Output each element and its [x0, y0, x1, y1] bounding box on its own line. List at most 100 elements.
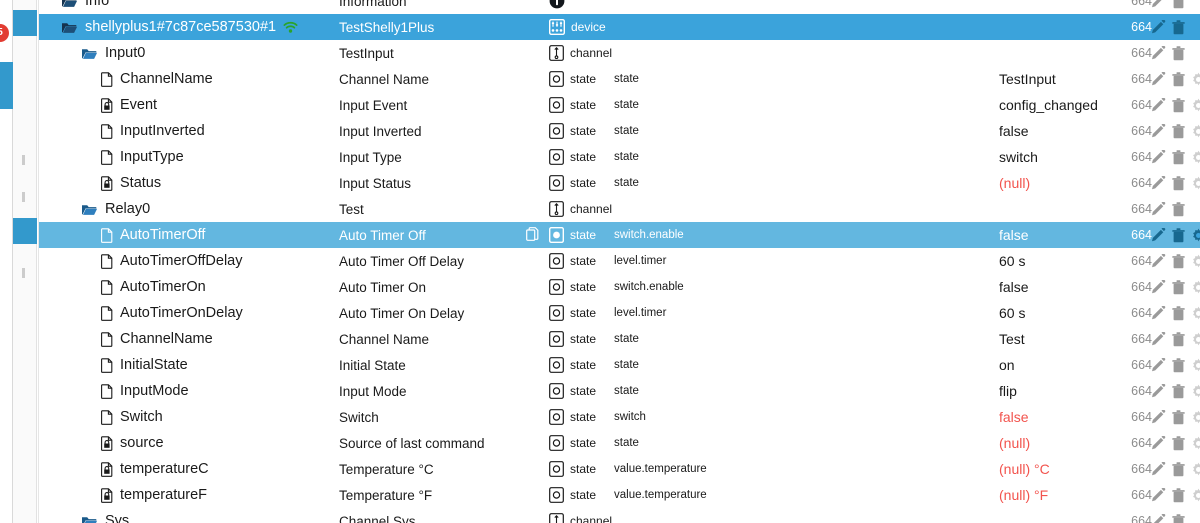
table-row[interactable]: Sys Channel Sys channel 664 — [39, 508, 1200, 523]
row-name-cell[interactable]: InputMode — [101, 378, 189, 404]
gear-icon[interactable] — [1191, 384, 1200, 399]
row-value-cell[interactable]: (null) °C — [999, 456, 1050, 482]
row-name-cell[interactable]: Status — [101, 170, 161, 196]
row-name-cell[interactable]: InputInverted — [101, 118, 205, 144]
row-name-cell[interactable]: source — [101, 430, 164, 456]
table-row[interactable]: InitialState Initial State state state on 664 — [39, 352, 1200, 378]
table-row[interactable]: Event Input Event state state config_changed… — [39, 92, 1200, 118]
row-name-cell[interactable]: Event — [101, 92, 157, 118]
trash-icon[interactable] — [1172, 435, 1185, 451]
row-name-cell[interactable]: Info — [61, 0, 109, 14]
pencil-icon[interactable] — [1151, 305, 1166, 321]
pencil-icon[interactable] — [1151, 201, 1166, 217]
gear-icon[interactable] — [1191, 306, 1200, 321]
pencil-icon[interactable] — [1151, 331, 1166, 347]
row-name-cell[interactable]: Switch — [101, 404, 163, 430]
row-name-cell[interactable]: AutoTimerOffDelay — [101, 248, 243, 274]
pencil-icon[interactable] — [1151, 435, 1166, 451]
gear-icon[interactable] — [1191, 280, 1200, 295]
row-name-cell[interactable]: ChannelName — [101, 326, 213, 352]
gear-icon[interactable] — [1191, 228, 1200, 243]
row-name-cell[interactable]: InitialState — [101, 352, 188, 378]
row-value-cell[interactable]: switch — [999, 144, 1038, 170]
table-row[interactable]: ChannelName Channel Name state state TestInp… — [39, 66, 1200, 92]
gear-icon[interactable] — [1191, 254, 1200, 269]
minimap-marker-device[interactable] — [13, 10, 37, 36]
trash-icon[interactable] — [1172, 383, 1185, 399]
trash-icon[interactable] — [1172, 149, 1185, 165]
row-value-cell[interactable]: false — [999, 404, 1029, 430]
table-row[interactable]: InputMode Input Mode state state flip 664 — [39, 378, 1200, 404]
gear-icon[interactable] — [1191, 124, 1200, 139]
row-name-cell[interactable]: InputType — [101, 144, 184, 170]
table-row[interactable]: Info Information 664 — [39, 0, 1200, 14]
pencil-icon[interactable] — [1151, 409, 1166, 425]
row-value-cell[interactable]: 60 s — [999, 300, 1025, 326]
minimap-marker-row[interactable] — [13, 218, 37, 244]
pencil-icon[interactable] — [1151, 279, 1166, 295]
trash-icon[interactable] — [1172, 357, 1185, 373]
pencil-icon[interactable] — [1151, 357, 1166, 373]
table-row[interactable]: InputInverted Input Inverted state state fal… — [39, 118, 1200, 144]
row-name-cell[interactable]: AutoTimerOn — [101, 274, 206, 300]
pencil-icon[interactable] — [1151, 45, 1166, 61]
trash-icon[interactable] — [1172, 409, 1185, 425]
table-row[interactable]: shellyplus1#7c87ce587530#1 TestShelly1Plu… — [39, 14, 1200, 40]
table-row[interactable]: Relay0 Test channel 664 — [39, 196, 1200, 222]
row-value-cell[interactable]: false — [999, 274, 1029, 300]
gear-icon[interactable] — [1191, 332, 1200, 347]
pencil-icon[interactable] — [1151, 487, 1166, 503]
pencil-icon[interactable] — [1151, 175, 1166, 191]
pencil-icon[interactable] — [1151, 71, 1166, 87]
pencil-icon[interactable] — [1151, 513, 1166, 523]
gear-icon[interactable] — [1191, 72, 1200, 87]
row-value-cell[interactable]: on — [999, 352, 1015, 378]
gear-icon[interactable] — [1191, 150, 1200, 165]
trash-icon[interactable] — [1172, 513, 1185, 523]
row-name-cell[interactable]: Sys — [81, 508, 129, 523]
row-value-cell[interactable]: (null) — [999, 430, 1030, 456]
gear-icon[interactable] — [1191, 436, 1200, 451]
pencil-icon[interactable] — [1151, 253, 1166, 269]
row-name-cell[interactable]: shellyplus1#7c87ce587530#1 — [61, 14, 298, 40]
row-value-cell[interactable]: config_changed — [999, 92, 1098, 118]
gear-icon[interactable] — [1191, 176, 1200, 191]
table-row[interactable]: Status Input Status state state (null) 664 — [39, 170, 1200, 196]
row-value-cell[interactable]: (null) — [999, 170, 1030, 196]
trash-icon[interactable] — [1172, 305, 1185, 321]
table-row[interactable]: ChannelName Channel Name state state Test 664 — [39, 326, 1200, 352]
trash-icon[interactable] — [1172, 71, 1185, 87]
table-row[interactable]: InputType Input Type state state switch 664 — [39, 144, 1200, 170]
gear-icon[interactable] — [1191, 358, 1200, 373]
pencil-icon[interactable] — [1151, 149, 1166, 165]
table-row[interactable]: AutoTimerOffDelay Auto Timer Off Delay sta… — [39, 248, 1200, 274]
pencil-icon[interactable] — [1151, 123, 1166, 139]
table-row[interactable]: temperatureC Temperature °C state value.tem… — [39, 456, 1200, 482]
trash-icon[interactable] — [1172, 0, 1185, 9]
table-row[interactable]: AutoTimerOff Auto Timer Off state switch.en… — [39, 222, 1200, 248]
row-value-cell[interactable]: false — [999, 222, 1029, 248]
rail-active-tab[interactable] — [0, 62, 13, 109]
table-row[interactable]: AutoTimerOnDelay Auto Timer On Delay state… — [39, 300, 1200, 326]
pencil-icon[interactable] — [1151, 19, 1166, 35]
pencil-icon[interactable] — [1151, 383, 1166, 399]
pencil-icon[interactable] — [1151, 97, 1166, 113]
trash-icon[interactable] — [1172, 253, 1185, 269]
trash-icon[interactable] — [1172, 97, 1185, 113]
trash-icon[interactable] — [1172, 331, 1185, 347]
row-value-cell[interactable]: TestInput — [999, 66, 1056, 92]
row-name-cell[interactable]: Input0 — [81, 40, 145, 66]
table-row[interactable]: source Source of last command state state (n… — [39, 430, 1200, 456]
row-value-cell[interactable]: flip — [999, 378, 1017, 404]
row-name-cell[interactable]: AutoTimerOnDelay — [101, 300, 243, 326]
minimap-rail[interactable] — [13, 0, 37, 523]
table-row[interactable]: Input0 TestInput channel 664 — [39, 40, 1200, 66]
pencil-icon[interactable] — [1151, 461, 1166, 477]
pencil-icon[interactable] — [1151, 227, 1166, 243]
table-row[interactable]: Switch Switch state switch false 664 — [39, 404, 1200, 430]
trash-icon[interactable] — [1172, 175, 1185, 191]
pencil-icon[interactable] — [1151, 0, 1166, 9]
trash-icon[interactable] — [1172, 279, 1185, 295]
row-value-cell[interactable]: 60 s — [999, 248, 1025, 274]
row-value-cell[interactable]: Test — [999, 326, 1025, 352]
